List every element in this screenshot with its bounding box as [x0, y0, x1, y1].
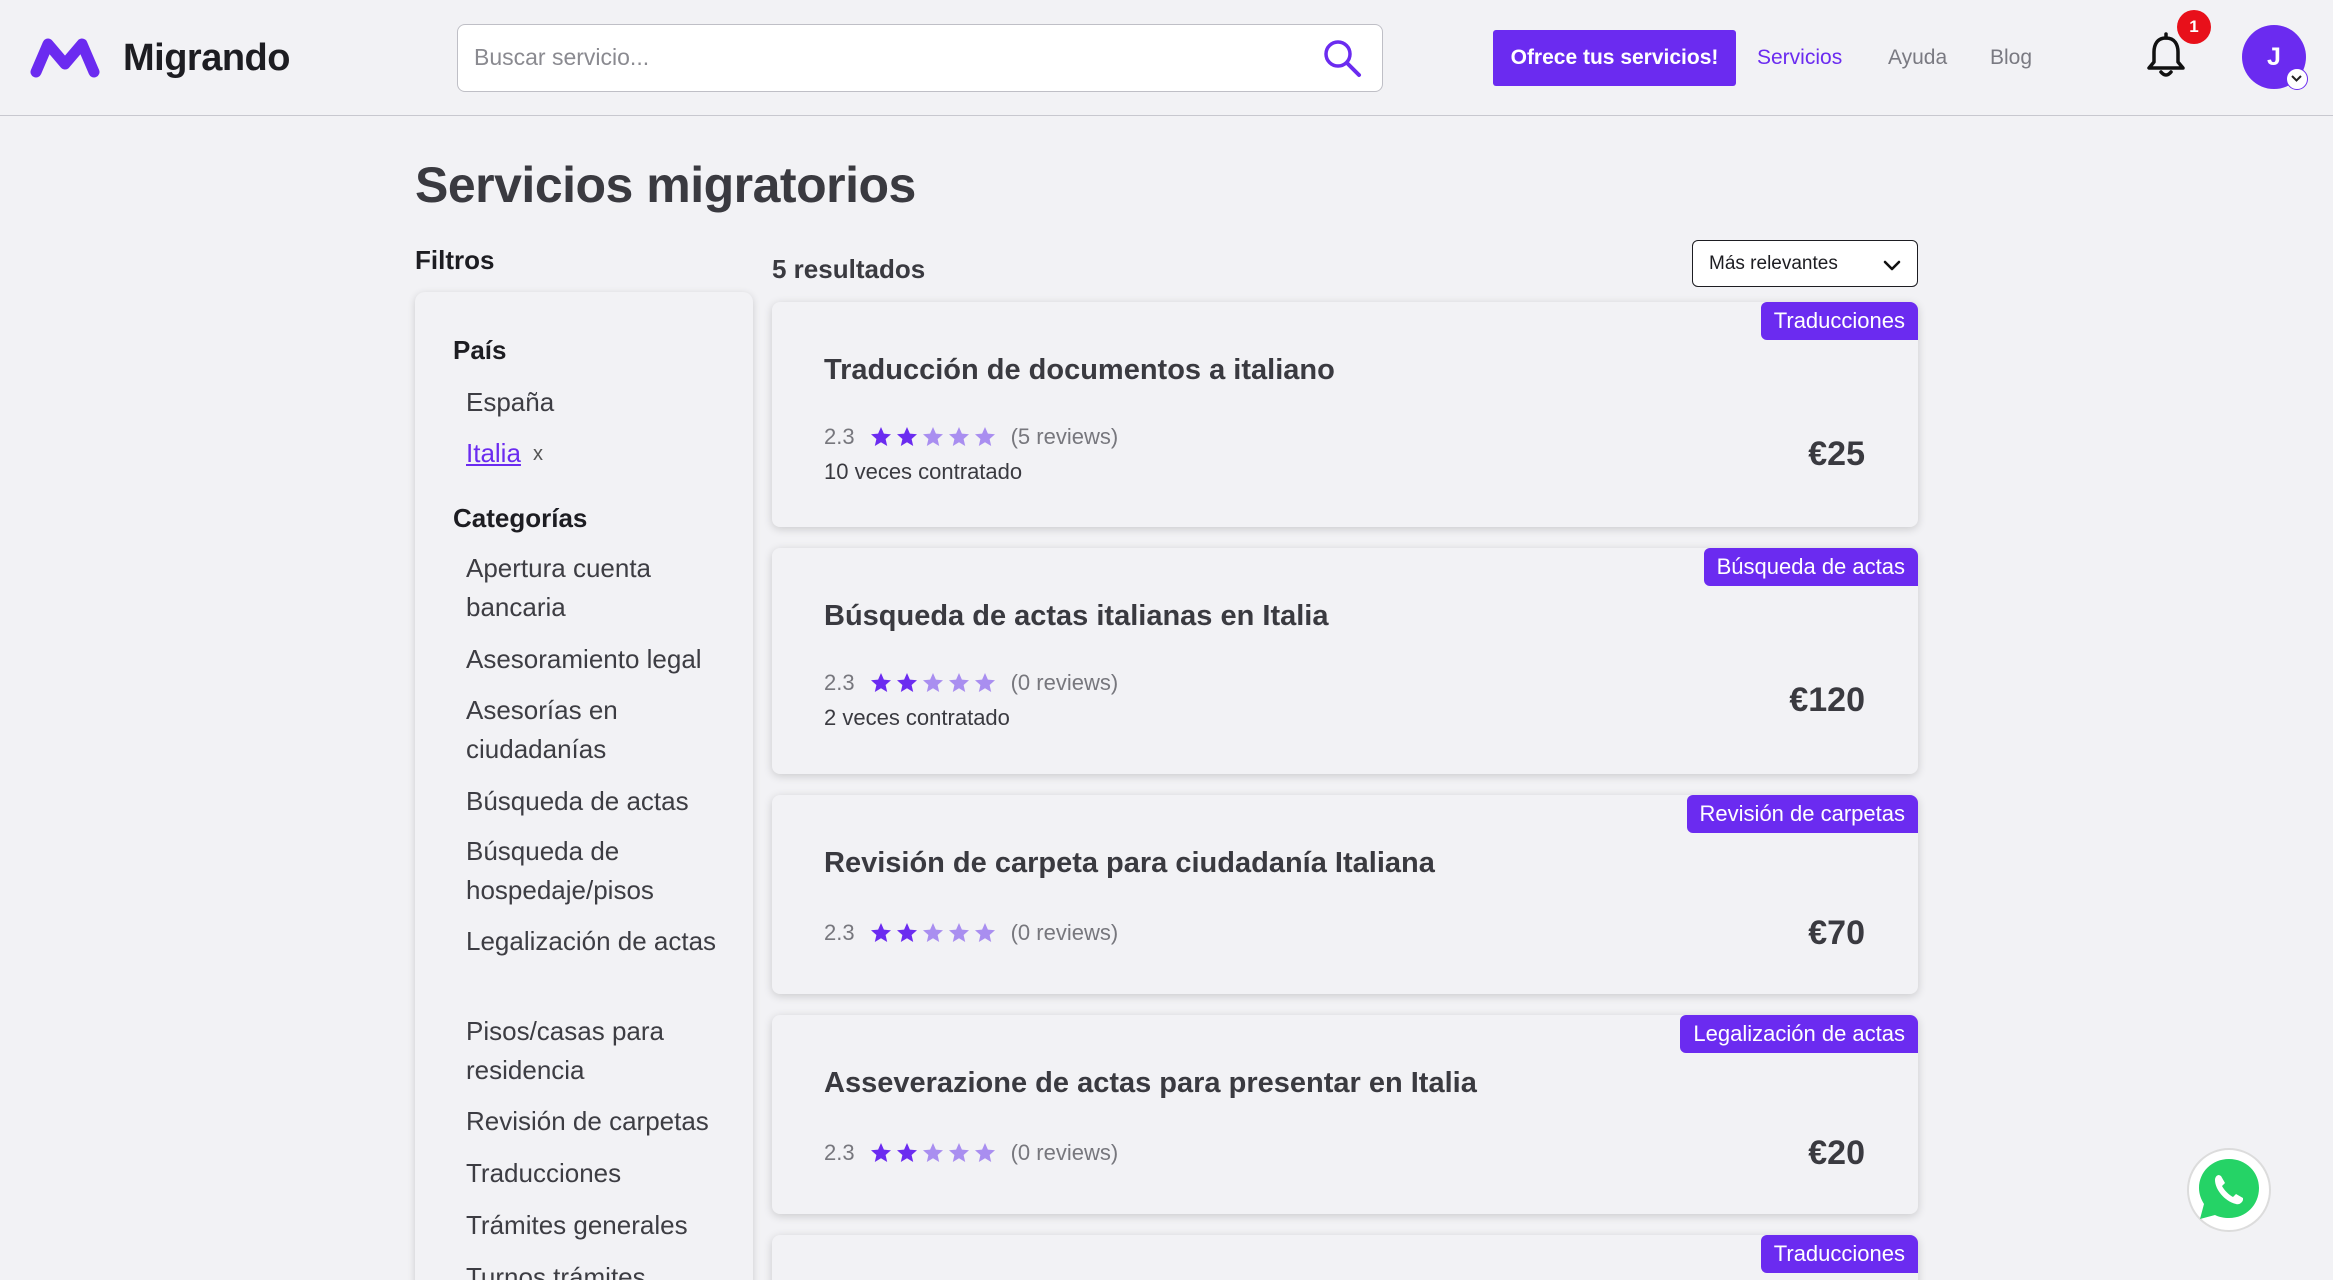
- country-option-italia-selected[interactable]: Italia: [466, 434, 521, 473]
- category-option[interactable]: Asesoramiento legal: [466, 640, 736, 679]
- nav-ayuda[interactable]: Ayuda: [1888, 46, 1947, 70]
- rating-value: 2.3: [824, 670, 855, 695]
- category-option[interactable]: Apertura cuenta bancaria: [466, 549, 736, 626]
- nav-servicios[interactable]: Servicios: [1757, 46, 1842, 70]
- service-title[interactable]: Búsqueda de actas italianas en Italia: [824, 598, 1328, 634]
- star-filled-icon: [896, 923, 917, 942]
- star-filled-icon: [870, 923, 891, 942]
- service-card[interactable]: Revisión de carpetas Revisión de carpeta…: [772, 795, 1918, 994]
- star-empty-icon: [922, 673, 943, 692]
- rating-row: 2.3 (5 reviews): [824, 422, 1118, 452]
- sort-selected-value: Más relevantes: [1709, 253, 1838, 274]
- category-badge: Traducciones: [1760, 1235, 1918, 1273]
- service-title[interactable]: Traducción de documentos a italiano: [824, 352, 1335, 388]
- search-input[interactable]: [474, 25, 1314, 89]
- service-title[interactable]: Revisión de carpeta para ciudadanía Ital…: [824, 845, 1435, 881]
- review-count: (0 reviews): [1010, 670, 1119, 695]
- service-card[interactable]: Legalización de actas Asseverazione de a…: [772, 1015, 1918, 1214]
- service-title[interactable]: Asseverazione de actas para presentar en…: [824, 1065, 1477, 1101]
- category-badge: Traducciones: [1760, 302, 1918, 340]
- review-count: (5 reviews): [1010, 424, 1119, 449]
- categories-filter-heading: Categorías: [453, 503, 588, 533]
- star-filled-icon: [870, 1143, 891, 1162]
- service-price: €25: [1808, 435, 1865, 473]
- rating-row: 2.3 (0 reviews): [824, 918, 1118, 948]
- page-title: Servicios migratorios: [415, 157, 916, 213]
- sort-dropdown[interactable]: Más relevantes: [1692, 240, 1918, 287]
- rating-value: 2.3: [824, 920, 855, 945]
- service-card[interactable]: Búsqueda de actas Búsqueda de actas ital…: [772, 548, 1918, 774]
- star-filled-icon: [896, 427, 917, 446]
- review-count: (0 reviews): [1010, 920, 1119, 945]
- review-count: (0 reviews): [1010, 1140, 1119, 1165]
- service-card[interactable]: Traducciones Traducción de documentos a …: [772, 302, 1918, 527]
- whatsapp-icon[interactable]: [2186, 1147, 2272, 1233]
- star-empty-icon: [948, 1143, 969, 1162]
- top-navbar: Migrando Ofrece tus servicios! Servicios…: [0, 0, 2333, 116]
- service-card[interactable]: Traducciones: [772, 1235, 1918, 1280]
- star-empty-icon: [948, 673, 969, 692]
- service-price: €20: [1808, 1134, 1865, 1172]
- rating-value: 2.3: [824, 424, 855, 449]
- category-option[interactable]: Búsqueda de hospedaje/pisos: [466, 832, 736, 909]
- category-option[interactable]: Búsqueda de actas: [466, 782, 736, 821]
- notification-badge: 1: [2177, 10, 2211, 44]
- star-empty-icon: [974, 923, 995, 942]
- service-price: €120: [1789, 681, 1865, 719]
- chevron-down-icon: [2291, 75, 2302, 82]
- category-option[interactable]: Traducciones: [466, 1154, 736, 1193]
- star-empty-icon: [948, 427, 969, 446]
- category-badge: Revisión de carpetas: [1686, 795, 1918, 833]
- category-option[interactable]: Pisos/casas para residencia: [466, 1012, 736, 1089]
- rating-value: 2.3: [824, 1140, 855, 1165]
- chevron-down-icon: [1883, 260, 1901, 271]
- star-rating: [869, 425, 997, 449]
- brand-name[interactable]: Migrando: [123, 34, 290, 82]
- star-empty-icon: [974, 427, 995, 446]
- rating-row: 2.3 (0 reviews): [824, 1138, 1118, 1168]
- category-option[interactable]: Trámites generales: [466, 1206, 736, 1245]
- star-empty-icon: [922, 1143, 943, 1162]
- star-empty-icon: [974, 1143, 995, 1162]
- category-badge: Legalización de actas: [1680, 1015, 1918, 1053]
- results-count: 5 resultados: [772, 254, 926, 284]
- star-rating: [869, 1141, 997, 1165]
- remove-country-filter-button[interactable]: x: [533, 443, 543, 466]
- category-option[interactable]: Legalización de actas: [466, 922, 736, 961]
- migrando-logo-icon[interactable]: [30, 34, 100, 80]
- country-option-espana[interactable]: España: [466, 383, 736, 422]
- category-option[interactable]: Turnos trámites: [466, 1258, 736, 1280]
- search-bar: [457, 24, 1383, 92]
- star-filled-icon: [896, 673, 917, 692]
- category-option[interactable]: Asesorías en ciudadanías: [466, 691, 736, 768]
- star-empty-icon: [974, 673, 995, 692]
- star-empty-icon: [922, 427, 943, 446]
- filters-panel: País España Italia x Categorías Apertura…: [415, 292, 753, 1280]
- category-badge: Búsqueda de actas: [1703, 548, 1918, 586]
- hire-count: 2 veces contratado: [824, 705, 1010, 730]
- star-empty-icon: [922, 923, 943, 942]
- star-rating: [869, 671, 997, 695]
- offer-services-button[interactable]: Ofrece tus servicios!: [1493, 30, 1736, 86]
- star-filled-icon: [870, 673, 891, 692]
- category-option[interactable]: Revisión de carpetas: [466, 1102, 736, 1141]
- star-filled-icon: [870, 427, 891, 446]
- nav-blog[interactable]: Blog: [1990, 46, 2032, 70]
- rating-row: 2.3 (0 reviews): [824, 668, 1118, 698]
- star-empty-icon: [948, 923, 969, 942]
- country-filter-heading: País: [453, 335, 507, 365]
- filters-title: Filtros: [415, 245, 495, 275]
- avatar-menu-chevron[interactable]: [2286, 68, 2308, 90]
- hire-count: 10 veces contratado: [824, 459, 1023, 484]
- star-rating: [869, 921, 997, 945]
- search-icon[interactable]: [1322, 38, 1362, 78]
- service-price: €70: [1808, 914, 1865, 952]
- star-filled-icon: [896, 1143, 917, 1162]
